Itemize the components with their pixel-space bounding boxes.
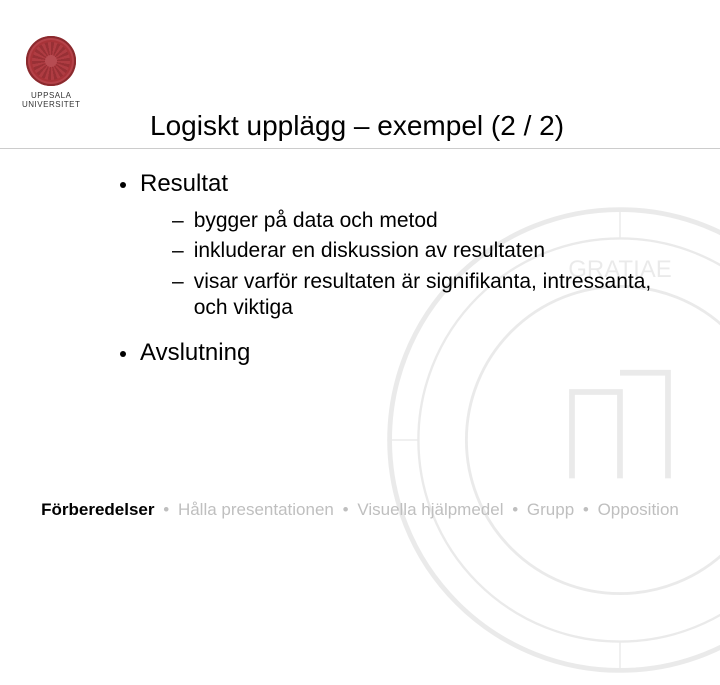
bullet-separator-icon: • bbox=[583, 500, 589, 519]
footer-item: Hålla presentationen bbox=[178, 500, 334, 519]
footer-item: Grupp bbox=[527, 500, 574, 519]
dash-icon: – bbox=[172, 269, 184, 295]
slide-title: Logiskt upplägg – exempel (2 / 2) bbox=[150, 110, 564, 142]
footer-item: Visuella hjälpmedel bbox=[357, 500, 503, 519]
footer-item: Opposition bbox=[598, 500, 679, 519]
subitem-text: bygger på data och metod bbox=[194, 208, 670, 234]
bullet-resultat: Resultat bbox=[120, 170, 670, 198]
bullet-separator-icon: • bbox=[512, 500, 518, 519]
subitem-text: visar varför resultaten är signifikanta,… bbox=[194, 269, 670, 322]
subitem-text: inkluderar en diskussion av resultaten bbox=[194, 238, 670, 264]
bullet-dot-icon bbox=[120, 182, 126, 188]
logo-text: UPPSALA UNIVERSITET bbox=[22, 92, 80, 110]
dash-icon: – bbox=[172, 238, 184, 264]
bullet-avslutning: Avslutning bbox=[120, 339, 670, 367]
sublist-resultat: – bygger på data och metod – inkluderar … bbox=[172, 208, 670, 321]
university-logo: UPPSALA UNIVERSITET bbox=[22, 36, 80, 110]
breadcrumb-footer: Förberedelser • Hålla presentationen • V… bbox=[0, 500, 720, 520]
bullet-dot-icon bbox=[120, 351, 126, 357]
seal-icon bbox=[26, 36, 76, 86]
subitem: – inkluderar en diskussion av resultaten bbox=[172, 238, 670, 264]
bullet-separator-icon: • bbox=[343, 500, 349, 519]
dash-icon: – bbox=[172, 208, 184, 234]
subitem: – bygger på data och metod bbox=[172, 208, 670, 234]
bullet-text: Resultat bbox=[140, 170, 228, 198]
footer-item-active: Förberedelser bbox=[41, 500, 154, 519]
slide-body: Resultat – bygger på data och metod – in… bbox=[120, 170, 670, 377]
title-underline bbox=[0, 148, 720, 149]
bullet-separator-icon: • bbox=[163, 500, 169, 519]
subitem: – visar varför resultaten är signifikant… bbox=[172, 269, 670, 322]
bullet-text: Avslutning bbox=[140, 339, 250, 367]
